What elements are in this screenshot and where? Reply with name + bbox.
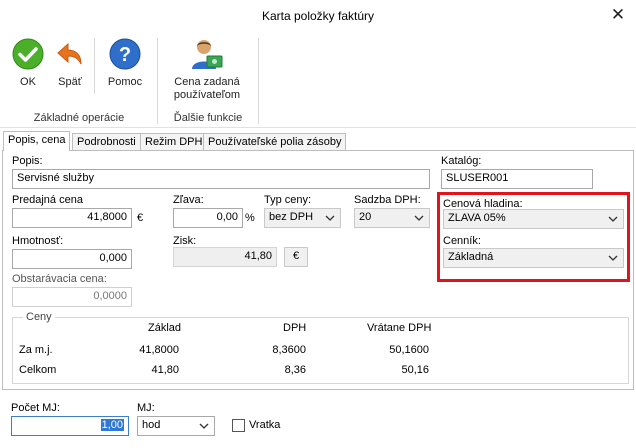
ceny-cell: 50,1600 bbox=[389, 344, 429, 356]
ok-button[interactable]: OK bbox=[8, 38, 48, 94]
user-price-label-1: Cena zadaná bbox=[174, 76, 240, 88]
ceny-row-label: Za m.j. bbox=[19, 344, 53, 356]
chevron-down-icon bbox=[199, 423, 209, 429]
user-price-icon bbox=[192, 40, 223, 69]
zisk-currency-label: € bbox=[292, 250, 300, 262]
zisk-input: 41,80 bbox=[173, 247, 277, 267]
ceny-col-zaklad: Základ bbox=[148, 322, 182, 334]
hmotnost-input[interactable]: 0,000 bbox=[12, 249, 132, 269]
cennik-select[interactable]: Základná bbox=[443, 248, 624, 268]
ceny-cell: 8,36 bbox=[284, 364, 306, 376]
ceny-cell: 50,16 bbox=[401, 364, 429, 376]
user-price-button[interactable]: Cena zadaná používateľom bbox=[165, 38, 249, 108]
tab-rezim-dph[interactable]: Režim DPH bbox=[140, 133, 208, 151]
close-icon[interactable]: ✕ bbox=[608, 4, 628, 26]
back-button[interactable]: Späť bbox=[50, 38, 90, 94]
ribbon: OK Späť ? Pomoc Základné operácie Cena z… bbox=[0, 32, 636, 128]
mj-label: MJ: bbox=[137, 402, 155, 414]
chevron-down-icon bbox=[325, 215, 335, 221]
group-label-other: Ďalšie funkcie bbox=[173, 112, 243, 124]
katalog-value: SLUSER001 bbox=[446, 172, 509, 184]
group-label-basic: Základné operácie bbox=[33, 112, 125, 124]
popis-label: Popis: bbox=[12, 155, 43, 167]
help-label: Pomoc bbox=[107, 76, 143, 88]
svg-text:?: ? bbox=[119, 44, 131, 66]
bottom-bar: Počet MJ: 1,00 MJ: hod Vratka bbox=[0, 392, 636, 448]
zisk-value: 41,80 bbox=[244, 250, 272, 262]
zlava-input[interactable]: 0,00 bbox=[173, 208, 243, 228]
ribbon-separator bbox=[258, 38, 259, 124]
ribbon-separator bbox=[94, 38, 95, 94]
tab-strip: Popis, cena Podrobnosti Režim DPH Použív… bbox=[0, 131, 636, 151]
pocet-mj-input[interactable]: 1,00 bbox=[11, 416, 129, 436]
cennik-value: Základná bbox=[448, 251, 494, 263]
ceny-col-dph: DPH bbox=[283, 322, 307, 334]
back-label: Späť bbox=[58, 76, 82, 88]
vratka-label: Vratka bbox=[249, 419, 281, 431]
ceny-cell: 41,8000 bbox=[139, 344, 179, 356]
pocet-mj-label: Počet MJ: bbox=[11, 402, 60, 414]
katalog-input[interactable]: SLUSER001 bbox=[441, 169, 593, 189]
vratka-checkbox[interactable] bbox=[232, 419, 245, 432]
chevron-down-icon bbox=[608, 255, 618, 261]
obstaravacia-cena-input[interactable]: 0,0000 bbox=[12, 287, 132, 307]
hmotnost-value: 0,000 bbox=[99, 252, 127, 264]
typ-ceny-value: bez DPH bbox=[269, 211, 314, 223]
cenova-hladina-value: ZLAVA 05% bbox=[448, 212, 506, 224]
ceny-group-title: Ceny bbox=[23, 311, 55, 323]
popis-value: Servisné služby bbox=[17, 172, 95, 184]
mj-value: hod bbox=[142, 419, 161, 431]
sadzba-dph-label: Sadzba DPH: bbox=[354, 194, 421, 206]
zisk-currency-button[interactable]: € bbox=[284, 247, 308, 267]
ceny-cell: 8,3600 bbox=[272, 344, 306, 356]
hmotnost-label: Hmotnosť: bbox=[12, 235, 64, 247]
back-arrow-icon bbox=[57, 42, 82, 65]
predajna-cena-unit: € bbox=[137, 212, 144, 224]
ok-check-icon bbox=[12, 38, 44, 70]
katalog-label: Katalóg: bbox=[441, 155, 482, 167]
typ-ceny-select[interactable]: bez DPH bbox=[264, 208, 341, 228]
tab-panel: Popis: Servisné služby Katalóg: SLUSER00… bbox=[2, 150, 634, 390]
typ-ceny-label: Typ ceny: bbox=[264, 194, 312, 206]
window-title: Karta položky faktúry bbox=[261, 9, 375, 23]
ok-label: OK bbox=[20, 76, 36, 88]
pocet-mj-value: 1,00 bbox=[100, 419, 124, 431]
predajna-cena-input[interactable]: 41,8000 bbox=[12, 208, 132, 228]
popis-input[interactable]: Servisné služby bbox=[12, 169, 430, 189]
chevron-down-icon bbox=[608, 216, 618, 222]
ceny-row-label: Celkom bbox=[19, 364, 57, 376]
tab-pouzivatelske-polia[interactable]: Používateľské polia zásoby bbox=[203, 133, 347, 151]
obstaravacia-cena-value: 0,0000 bbox=[93, 290, 127, 302]
help-question-icon: ? bbox=[109, 38, 141, 70]
ceny-col-vratane-dph: Vrátane DPH bbox=[367, 322, 432, 334]
zlava-label: Zľava: bbox=[173, 194, 204, 206]
zlava-value: 0,00 bbox=[216, 211, 238, 223]
sadzba-dph-value: 20 bbox=[359, 211, 372, 223]
ceny-cell: 41,80 bbox=[151, 364, 179, 376]
cennik-label: Cenník: bbox=[443, 235, 481, 247]
zisk-label: Zisk: bbox=[173, 235, 197, 247]
tab-popis-cena[interactable]: Popis, cena bbox=[3, 131, 71, 151]
tab-podrobnosti[interactable]: Podrobnosti bbox=[72, 133, 141, 151]
predajna-cena-label: Predajná cena bbox=[12, 194, 83, 206]
help-button[interactable]: ? Pomoc bbox=[100, 38, 150, 94]
obstaravacia-cena-label: Obstarávacia cena: bbox=[12, 273, 107, 285]
mj-select[interactable]: hod bbox=[137, 416, 215, 436]
user-price-label-2: používateľom bbox=[173, 89, 241, 101]
cenova-hladina-select[interactable]: ZLAVA 05% bbox=[443, 209, 624, 229]
title-bar: Karta položky faktúry ✕ bbox=[0, 0, 636, 32]
chevron-down-icon bbox=[414, 215, 424, 221]
predajna-cena-value: 41,8000 bbox=[87, 211, 127, 223]
sadzba-dph-select[interactable]: 20 bbox=[354, 208, 430, 228]
ribbon-separator bbox=[157, 38, 158, 124]
zlava-unit: % bbox=[245, 212, 255, 224]
